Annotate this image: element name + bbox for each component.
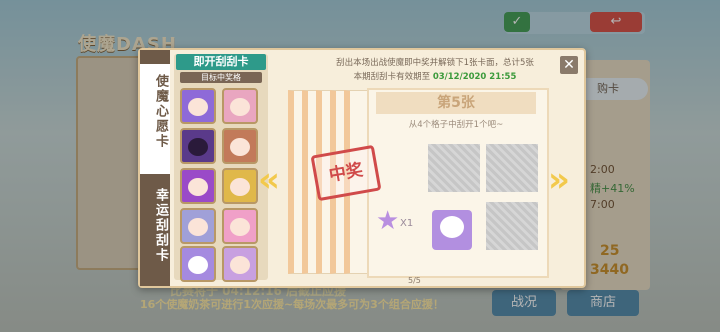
rule-text: 刮出本场出战使魔即中奖并解锁下1张卡面，总计5张: [336, 58, 534, 68]
gallery-subtitle: 目标中奖格: [180, 72, 262, 83]
next-arrow-icon[interactable]: »: [548, 160, 570, 200]
scratch-cell[interactable]: [428, 144, 480, 192]
star-count: X1: [400, 218, 414, 229]
validity-label: 本期刮刮卡有效期至: [353, 72, 431, 82]
tab-wish-card-label: 使魔心愿卡: [153, 74, 168, 149]
character-card: [180, 88, 216, 124]
card-number: 第5张: [376, 92, 536, 114]
validity-text: 本期刮刮卡有效期至 03/12/2020 21:55: [330, 70, 540, 82]
character-card: [222, 128, 258, 164]
character-card: [180, 246, 216, 282]
close-icon[interactable]: ✕: [560, 56, 578, 74]
scratch-cell[interactable]: [486, 144, 538, 192]
character-card: [222, 246, 258, 282]
tab-lucky-scratch-label: 幸运刮刮卡: [153, 188, 168, 263]
character-card: [180, 208, 216, 244]
star-icon: ★: [376, 206, 400, 236]
validity-date: 03/12/2020 21:55: [432, 72, 517, 82]
character-card: [222, 208, 258, 244]
tab-lucky-scratch[interactable]: 幸运刮刮卡: [140, 178, 170, 278]
prev-arrow-icon[interactable]: «: [258, 160, 280, 200]
character-card: [222, 168, 258, 204]
tab-wish-card[interactable]: 使魔心愿卡: [140, 64, 170, 174]
gallery-title: 即开刮刮卡: [176, 54, 266, 70]
character-card: [180, 128, 216, 164]
card-instruction: 从4个格子中刮开1个吧~: [408, 120, 504, 130]
character-card: [222, 88, 258, 124]
ghost-icon: [440, 216, 464, 238]
character-card: [180, 168, 216, 204]
page-indicator: 5/5: [408, 276, 421, 285]
scratch-cell[interactable]: [486, 202, 538, 250]
scratch-card-modal: 使魔心愿卡 幸运刮刮卡 即开刮刮卡 目标中奖格 刮出本场出战使魔即中奖并解锁下1…: [138, 48, 586, 288]
